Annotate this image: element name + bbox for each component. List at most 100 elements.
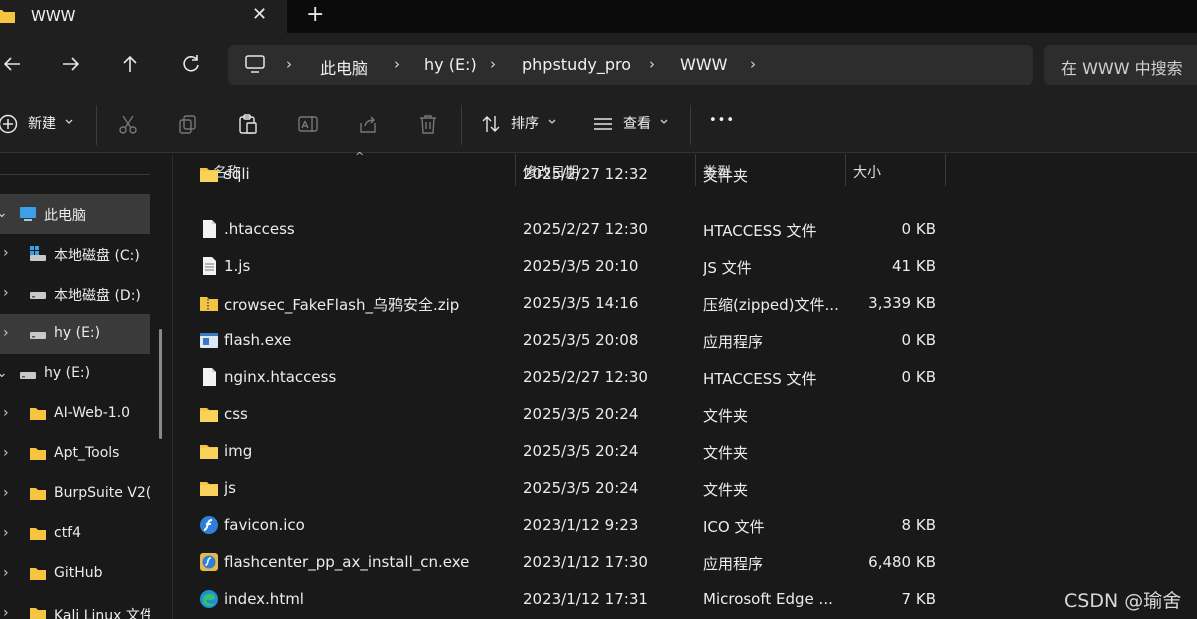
chevron-right-icon[interactable]: › bbox=[3, 605, 9, 619]
chevron-down-icon[interactable]: ⌄ bbox=[0, 365, 8, 381]
sidebar-item-drive-e-expanded[interactable]: ⌄ hy (E:) bbox=[0, 354, 150, 394]
file-name: crowsec_FakeFlash_乌鸦安全.zip bbox=[224, 296, 460, 314]
chevron-right-icon[interactable]: › bbox=[3, 405, 9, 421]
file-modified-date: 2025/2/27 12:30 bbox=[523, 368, 648, 386]
sidebar-item-this-pc[interactable]: ⌄ 此电脑 bbox=[0, 194, 150, 234]
sidebar-item-label: ctf4 bbox=[54, 525, 82, 541]
breadcrumb-this-pc[interactable]: 此电脑 bbox=[320, 55, 368, 79]
sidebar-item-drive-c[interactable]: › 本地磁盘 (C:) bbox=[0, 234, 150, 274]
file-icon bbox=[203, 368, 216, 386]
plus-circle-icon[interactable] bbox=[0, 113, 20, 135]
chevron-right-icon[interactable]: › bbox=[3, 325, 9, 341]
close-tab-icon[interactable]: ✕ bbox=[252, 4, 267, 25]
cut-icon[interactable] bbox=[117, 113, 139, 135]
file-name: nginx.htaccess bbox=[224, 368, 337, 386]
file-row[interactable]: sqli 2025/2/27 12:32 文件夹 bbox=[174, 165, 1197, 210]
file-row[interactable]: favicon.ico 2023/1/12 9:23 ICO 文件 8 KB bbox=[174, 506, 1197, 543]
delete-icon[interactable] bbox=[417, 113, 439, 135]
file-name: sqli bbox=[224, 165, 250, 183]
toolbar-divider bbox=[461, 105, 462, 145]
sidebar-item-label: Apt_Tools bbox=[54, 445, 120, 461]
sidebar-item-ctf4[interactable]: › ctf4 bbox=[0, 514, 150, 554]
sort-icon[interactable] bbox=[480, 113, 502, 135]
file-name: 1.js bbox=[224, 257, 251, 275]
file-modified-date: 2025/3/5 20:08 bbox=[523, 331, 639, 349]
navigation-pane: ⌄ 此电脑 › 本地磁盘 (C:) › 本地磁盘 (D:) › hy (E:) bbox=[0, 154, 173, 619]
file-modified-date: 2025/2/27 12:32 bbox=[523, 165, 648, 183]
file-row[interactable]: flashcenter_pp_ax_install_cn.exe 2023/1/1… bbox=[174, 543, 1197, 580]
folder-icon bbox=[200, 408, 218, 422]
sidebar-item-label: hy (E:) bbox=[44, 365, 91, 381]
file-type: ICO 文件 bbox=[703, 518, 765, 536]
file-list: ^ 名称 修改日期 类型 大小 sqli 2025/2/27 12:32 文件夹 .h… bbox=[174, 150, 1197, 619]
file-row[interactable]: index.html 2023/1/12 17:31 Microsoft Edge … bbox=[174, 580, 1197, 617]
file-icon bbox=[203, 220, 216, 238]
rename-icon[interactable] bbox=[297, 113, 319, 135]
chevron-right-icon[interactable]: › bbox=[3, 525, 9, 541]
search-box[interactable]: 在 WWW 中搜索 bbox=[1044, 45, 1197, 85]
sidebar-item-drive-e[interactable]: › hy (E:) bbox=[0, 314, 150, 354]
sidebar-scrollbar[interactable] bbox=[159, 329, 162, 439]
share-icon[interactable] bbox=[357, 113, 379, 135]
sort-ascending-icon: ^ bbox=[355, 150, 365, 163]
view-button[interactable]: 查看 bbox=[623, 113, 651, 133]
new-button[interactable]: 新建 bbox=[28, 113, 56, 133]
file-row[interactable]: .htaccess 2025/2/27 12:30 HTACCESS 文件 0 KB bbox=[174, 210, 1197, 247]
file-type: 应用程序 bbox=[703, 333, 764, 351]
sidebar-item-label: GitHub bbox=[54, 565, 103, 581]
text-file-icon bbox=[203, 257, 216, 275]
breadcrumb-drive-e[interactable]: hy (E:) bbox=[424, 55, 477, 74]
sidebar-item-kali-linux[interactable]: › Kali Linux 文件 bbox=[0, 594, 150, 619]
folder-icon bbox=[200, 482, 218, 496]
address-bar[interactable]: › 此电脑 › hy (E:) › phpstudy_pro › WWW › bbox=[228, 45, 1033, 85]
sort-button[interactable]: 排序 bbox=[511, 113, 539, 133]
sidebar-item-ai-web[interactable]: › AI-Web-1.0 bbox=[0, 394, 150, 434]
chevron-right-icon[interactable]: › bbox=[3, 245, 9, 261]
back-arrow-icon[interactable] bbox=[0, 51, 26, 77]
up-arrow-icon[interactable] bbox=[117, 51, 143, 77]
sidebar-item-label: 本地磁盘 (C:) bbox=[54, 248, 140, 264]
copy-icon[interactable] bbox=[177, 113, 199, 135]
toolbar-divider bbox=[96, 105, 97, 145]
chevron-right-icon[interactable]: › bbox=[3, 485, 9, 501]
breadcrumb-phpstudy-pro[interactable]: phpstudy_pro bbox=[522, 55, 631, 74]
windows-drive-icon bbox=[30, 246, 46, 261]
file-row[interactable]: js 2025/3/5 20:24 文件夹 bbox=[174, 469, 1197, 506]
file-row[interactable]: 1.js 2025/3/5 20:10 JS 文件 41 KB bbox=[174, 247, 1197, 284]
chevron-right-icon[interactable]: › bbox=[3, 565, 9, 581]
new-tab-button[interactable]: + bbox=[306, 2, 324, 27]
folder-icon bbox=[30, 408, 46, 420]
folder-icon bbox=[30, 448, 46, 460]
file-row[interactable]: crowsec_FakeFlash_乌鸦安全.zip 2025/3/5 14:16… bbox=[174, 284, 1197, 321]
sidebar-item-label: Kali Linux 文件 bbox=[54, 608, 150, 619]
folder-icon bbox=[0, 10, 15, 23]
file-row[interactable]: img 2025/3/5 20:24 文件夹 bbox=[174, 432, 1197, 469]
navigation-bar: › 此电脑 › hy (E:) › phpstudy_pro › WWW › 在… bbox=[0, 33, 1197, 95]
breadcrumb-www[interactable]: WWW bbox=[680, 55, 727, 74]
file-size: 8 KB bbox=[901, 516, 936, 534]
breadcrumb-separator: › bbox=[750, 55, 756, 73]
chevron-down-icon[interactable]: ⌄ bbox=[0, 205, 8, 221]
sidebar-divider bbox=[0, 174, 150, 175]
sidebar-item-github[interactable]: › GitHub bbox=[0, 554, 150, 594]
refresh-icon[interactable] bbox=[178, 51, 204, 77]
more-options-button[interactable]: ••• bbox=[709, 113, 735, 128]
forward-arrow-icon[interactable] bbox=[58, 51, 84, 77]
file-type: 文件夹 bbox=[703, 167, 749, 185]
chevron-right-icon[interactable]: › bbox=[3, 285, 9, 301]
file-row[interactable]: flash.exe 2025/3/5 20:08 应用程序 0 KB bbox=[174, 321, 1197, 358]
sidebar-item-drive-d[interactable]: › 本地磁盘 (D:) bbox=[0, 274, 150, 314]
file-name: img bbox=[224, 442, 253, 460]
paste-icon[interactable] bbox=[237, 113, 259, 135]
view-icon[interactable] bbox=[592, 113, 614, 135]
sidebar-item-burpsuite[interactable]: › BurpSuite V2( bbox=[0, 474, 150, 514]
chevron-right-icon[interactable]: › bbox=[3, 445, 9, 461]
computer-icon bbox=[20, 207, 36, 221]
breadcrumb-separator: › bbox=[649, 55, 655, 73]
flash-icon bbox=[200, 516, 218, 534]
sidebar-item-apt-tools[interactable]: › Apt_Tools bbox=[0, 434, 150, 474]
file-row[interactable]: nginx.htaccess 2025/2/27 12:30 HTACCESS 文件… bbox=[174, 358, 1197, 395]
toolbar-divider bbox=[690, 105, 691, 145]
file-row[interactable]: css 2025/3/5 20:24 文件夹 bbox=[174, 395, 1197, 432]
tab-www[interactable]: WWW ✕ bbox=[0, 0, 287, 33]
